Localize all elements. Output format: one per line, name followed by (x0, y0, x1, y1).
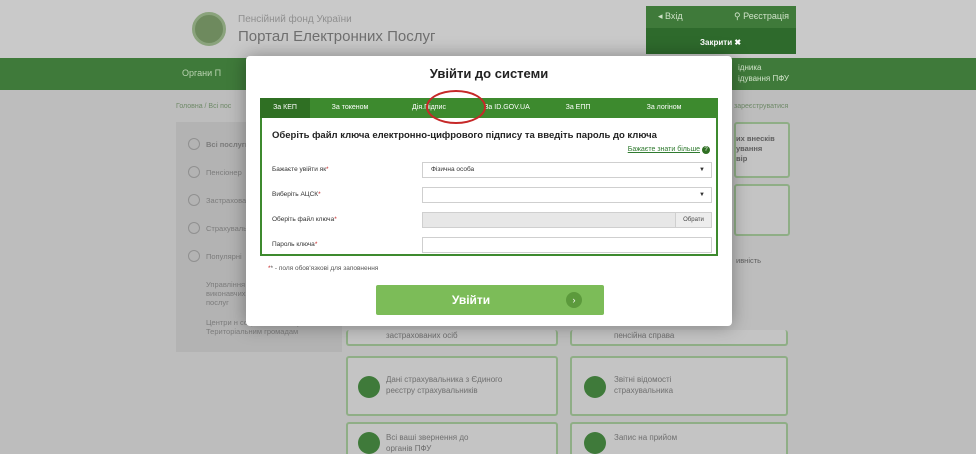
bg-register-link: ⚲ Реєстрація (734, 11, 789, 21)
bg-sidebar-icon (188, 194, 200, 206)
bg-nav-right: ідника ідування ПФУ (738, 63, 789, 83)
login-form: Оберіть файл ключа електронно-цифрового … (260, 118, 718, 256)
bg-sidebar-icon (188, 138, 200, 150)
login-method-tabs: За КЕП За токеном Дія.Підпис За ID.GOV.U… (260, 98, 718, 118)
bg-right-text: вір (736, 154, 748, 163)
bg-nav-left: Органи П (182, 68, 222, 78)
login-button[interactable]: Увійти › (376, 285, 604, 315)
bg-card (570, 330, 788, 346)
bg-card (734, 184, 790, 236)
bg-sidebar-icon (188, 222, 200, 234)
bg-breadcrumb-right: зареєструватися (734, 103, 789, 110)
bg-card-text: Дані страхувальника з Єдиного реєстру ст… (386, 375, 503, 395)
bg-sidebar-item: Пенсіонер (206, 168, 242, 177)
close-modal-button[interactable]: Закрити ✖ (700, 38, 741, 47)
learn-more-link[interactable]: Бажаєте знати більше? (628, 146, 710, 154)
chevron-down-icon: ▼ (699, 192, 705, 198)
learn-more-label: Бажаєте знати більше (627, 146, 700, 153)
bg-right-text: их внесків (736, 134, 775, 143)
bg-card-text: Всі ваші звернення до органів ПФУ (386, 433, 469, 453)
bg-card-text: застрахованих осіб (386, 331, 458, 340)
bg-login-link: ◂ Вхід (658, 11, 683, 21)
tab-kep[interactable]: За КЕП (260, 98, 310, 118)
bg-right-text: ування (736, 144, 763, 153)
bg-org-name: Пенсійний фонд України (238, 14, 352, 25)
document-icon (584, 376, 606, 398)
bg-sidebar-item: Застрахован (206, 196, 251, 205)
login-as-label: Бажаєте увійти як* (272, 166, 329, 173)
bg-breadcrumb: Головна / Всі пос (176, 103, 232, 110)
password-input[interactable] (422, 237, 712, 253)
bg-sidebar-item: Всі послуги (206, 140, 250, 149)
required-note: ** - поля обов'язкові для заповнення (268, 265, 379, 272)
help-icon: ? (702, 146, 710, 154)
key-file-input[interactable]: Обрати (422, 212, 712, 228)
key-file-label: Оберіть файл ключа* (272, 216, 337, 223)
chevron-down-icon: ▼ (699, 167, 705, 173)
browse-button[interactable]: Обрати (675, 213, 711, 227)
login-button-label: Увійти (451, 293, 491, 307)
mail-icon (358, 432, 380, 454)
password-label: Пароль ключа* (272, 241, 318, 248)
form-heading: Оберіть файл ключа електронно-цифрового … (272, 130, 657, 141)
tab-token[interactable]: За токеном (310, 98, 390, 118)
login-as-value: Фізична особа (431, 166, 475, 173)
arrow-right-icon: › (566, 292, 582, 308)
bg-card-text: пенсійна справа (614, 331, 675, 340)
pfu-logo-icon (192, 12, 226, 46)
acsk-select[interactable]: ▼ (422, 187, 712, 203)
bg-auth-buttons: ◂ Вхід ⚲ Реєстрація (646, 6, 796, 28)
bg-portal-name: Портал Електронних Послуг (238, 28, 436, 45)
chat-icon (358, 376, 380, 398)
acsk-label: Виберіть АЦСК* (272, 191, 321, 198)
bg-card-text: Запис на прийом (614, 433, 678, 442)
login-modal: Увійти до системи За КЕП За токеном Дія.… (246, 56, 732, 326)
modal-title: Увійти до системи (429, 66, 549, 81)
bg-sidebar-item: Популярні (206, 252, 242, 261)
bg-header (0, 0, 976, 58)
bg-sidebar-item: Страхуваль (206, 224, 248, 233)
bg-card-text: Звітні відомості страхувальника (614, 375, 674, 395)
tab-login[interactable]: За логіном (610, 98, 718, 118)
tab-epp[interactable]: За ЕПП (546, 98, 610, 118)
bg-right-text: ивність (736, 256, 762, 265)
login-as-select[interactable]: Фізична особа ▼ (422, 162, 712, 178)
bg-sidebar-icon (188, 250, 200, 262)
bg-sidebar-icon (188, 166, 200, 178)
calendar-icon (584, 432, 606, 454)
